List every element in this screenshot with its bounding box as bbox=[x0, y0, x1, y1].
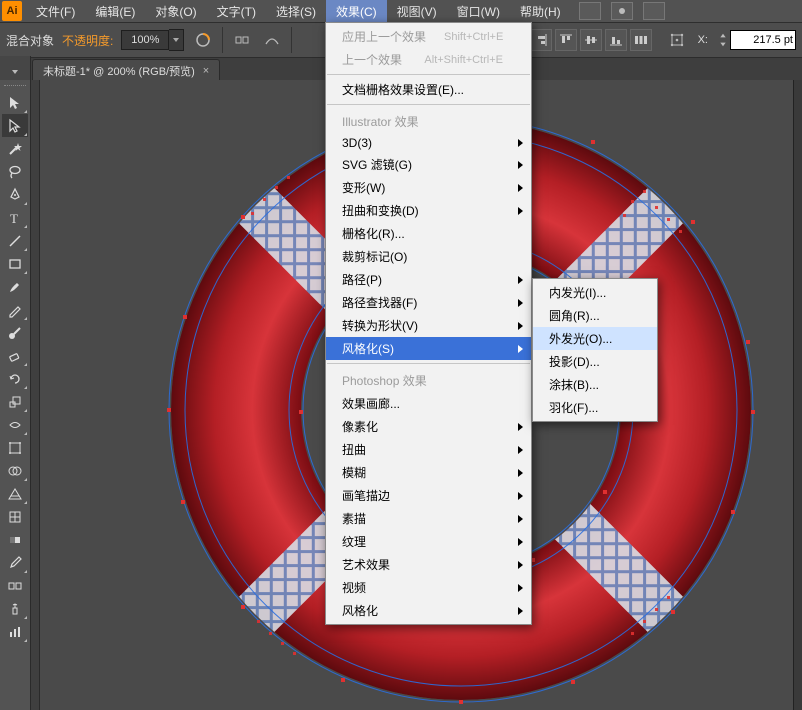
replace-spine-icon[interactable] bbox=[261, 29, 283, 51]
workspace-switch-3[interactable] bbox=[643, 2, 665, 20]
menu-type[interactable]: 文字(T) bbox=[207, 0, 266, 23]
menu-brush-strokes[interactable]: 画笔描边 bbox=[326, 484, 531, 507]
x-stepper[interactable] bbox=[716, 29, 730, 51]
magic-wand-tool[interactable] bbox=[2, 137, 28, 160]
menu-doc-raster[interactable]: 文档栅格效果设置(E)... bbox=[326, 78, 531, 101]
free-transform-tool[interactable] bbox=[2, 436, 28, 459]
workspace-switch-2[interactable] bbox=[611, 2, 633, 20]
mesh-tool[interactable] bbox=[2, 505, 28, 528]
menu-video[interactable]: 视频 bbox=[326, 576, 531, 599]
align-top-icon[interactable] bbox=[555, 29, 577, 51]
eyedropper-tool[interactable] bbox=[2, 551, 28, 574]
align-right-icon[interactable] bbox=[530, 29, 552, 51]
blob-brush-tool[interactable] bbox=[2, 321, 28, 344]
menu-artistic[interactable]: 艺术效果 bbox=[326, 553, 531, 576]
line-tool[interactable] bbox=[2, 229, 28, 252]
menu-rasterize[interactable]: 栅格化(R)... bbox=[326, 222, 531, 245]
blend-tool[interactable] bbox=[2, 574, 28, 597]
menu-distort-transform[interactable]: 扭曲和变换(D) bbox=[326, 199, 531, 222]
tab-close-icon[interactable]: × bbox=[203, 65, 209, 77]
menubar: Ai 文件(F) 编辑(E) 对象(O) 文字(T) 选择(S) 效果(C) 视… bbox=[0, 0, 802, 23]
menu-ps-stylize[interactable]: 风格化 bbox=[326, 599, 531, 622]
toolbox: T bbox=[0, 80, 31, 710]
graph-tool[interactable] bbox=[2, 620, 28, 643]
rectangle-tool[interactable] bbox=[2, 252, 28, 275]
menu-view[interactable]: 视图(V) bbox=[387, 0, 447, 23]
effects-menu: 应用上一个效果Shift+Ctrl+E 上一个效果Alt+Shift+Ctrl+… bbox=[325, 22, 532, 625]
menu-apply-last[interactable]: 应用上一个效果Shift+Ctrl+E bbox=[326, 25, 531, 48]
menu-last-effect[interactable]: 上一个效果Alt+Shift+Ctrl+E bbox=[326, 48, 531, 71]
toolbox-grip[interactable] bbox=[4, 85, 26, 87]
paintbrush-tool[interactable] bbox=[2, 275, 28, 298]
menu-edit[interactable]: 编辑(E) bbox=[85, 0, 145, 23]
pencil-tool[interactable] bbox=[2, 298, 28, 321]
menu-object[interactable]: 对象(O) bbox=[145, 0, 206, 23]
menu-warp[interactable]: 变形(W) bbox=[326, 176, 531, 199]
menu-convert-shape[interactable]: 转换为形状(V) bbox=[326, 314, 531, 337]
menu-crop-marks[interactable]: 裁剪标记(O) bbox=[326, 245, 531, 268]
menu-stylize[interactable]: 风格化(S) bbox=[326, 337, 531, 360]
workspace-switch-1[interactable] bbox=[579, 2, 601, 20]
gradient-tool[interactable] bbox=[2, 528, 28, 551]
x-label: X: bbox=[698, 34, 708, 46]
menu-blur[interactable]: 模糊 bbox=[326, 461, 531, 484]
menu-window[interactable]: 窗口(W) bbox=[447, 0, 510, 23]
document-tab-title: 未标题-1* @ 200% (RGB/预览) bbox=[43, 63, 195, 79]
blend-option-icon[interactable] bbox=[231, 29, 253, 51]
symbol-sprayer-tool[interactable] bbox=[2, 597, 28, 620]
stylize-submenu: 内发光(I)... 圆角(R)... 外发光(O)... 投影(D)... 涂抹… bbox=[532, 278, 658, 422]
scale-tool[interactable] bbox=[2, 390, 28, 413]
submenu-outer-glow[interactable]: 外发光(O)... bbox=[533, 327, 657, 350]
x-field[interactable]: 217.5 pt bbox=[730, 30, 796, 50]
menu-header-photoshop: Photoshop 效果 bbox=[326, 367, 531, 392]
menu-texture[interactable]: 纹理 bbox=[326, 530, 531, 553]
pen-tool[interactable] bbox=[2, 183, 28, 206]
align-vcenter-icon[interactable] bbox=[580, 29, 602, 51]
distribute-icon[interactable] bbox=[630, 29, 652, 51]
opacity-value[interactable]: 100% bbox=[121, 30, 169, 50]
menu-file[interactable]: 文件(F) bbox=[26, 0, 85, 23]
rotate-tool[interactable] bbox=[2, 367, 28, 390]
menubar-extras bbox=[579, 2, 665, 20]
submenu-round-corners[interactable]: 圆角(R)... bbox=[533, 304, 657, 327]
app-icon: Ai bbox=[2, 1, 22, 21]
menu-effect-gallery[interactable]: 效果画廊... bbox=[326, 392, 531, 415]
tabbar-expand[interactable] bbox=[0, 56, 31, 80]
width-tool[interactable] bbox=[2, 413, 28, 436]
menu-select[interactable]: 选择(S) bbox=[266, 0, 326, 23]
menu-path[interactable]: 路径(P) bbox=[326, 268, 531, 291]
menu-3d[interactable]: 3D(3) bbox=[326, 133, 531, 153]
lasso-tool[interactable] bbox=[2, 160, 28, 183]
ctrl-mode-label: 混合对象 bbox=[6, 32, 54, 49]
direct-selection-tool[interactable] bbox=[2, 114, 28, 137]
menu-pathfinder[interactable]: 路径查找器(F) bbox=[326, 291, 531, 314]
menu-distort[interactable]: 扭曲 bbox=[326, 438, 531, 461]
submenu-inner-glow[interactable]: 内发光(I)... bbox=[533, 281, 657, 304]
menu-help[interactable]: 帮助(H) bbox=[510, 0, 571, 23]
recolor-icon[interactable] bbox=[192, 29, 214, 51]
opacity-dropdown[interactable] bbox=[169, 29, 184, 51]
submenu-feather[interactable]: 羽化(F)... bbox=[533, 396, 657, 419]
document-tab[interactable]: 未标题-1* @ 200% (RGB/预览) × bbox=[32, 59, 220, 82]
eraser-tool[interactable] bbox=[2, 344, 28, 367]
perspective-grid-tool[interactable] bbox=[2, 482, 28, 505]
ctrl-opacity-label[interactable]: 不透明度: bbox=[62, 32, 113, 49]
panel-dock[interactable] bbox=[793, 80, 802, 710]
shape-builder-tool[interactable] bbox=[2, 459, 28, 482]
menu-sketch[interactable]: 素描 bbox=[326, 507, 531, 530]
menu-svg-filters[interactable]: SVG 滤镜(G) bbox=[326, 153, 531, 176]
menu-effect[interactable]: 效果(C) bbox=[326, 0, 387, 23]
type-tool[interactable]: T bbox=[2, 206, 28, 229]
svg-text:T: T bbox=[10, 211, 18, 226]
submenu-scribble[interactable]: 涂抹(B)... bbox=[533, 373, 657, 396]
selection-tool[interactable] bbox=[2, 91, 28, 114]
menu-header-illustrator: Illustrator 效果 bbox=[326, 108, 531, 133]
transform-ref-icon[interactable] bbox=[666, 29, 688, 51]
menu-pixelate[interactable]: 像素化 bbox=[326, 415, 531, 438]
submenu-drop-shadow[interactable]: 投影(D)... bbox=[533, 350, 657, 373]
align-bottom-icon[interactable] bbox=[605, 29, 627, 51]
